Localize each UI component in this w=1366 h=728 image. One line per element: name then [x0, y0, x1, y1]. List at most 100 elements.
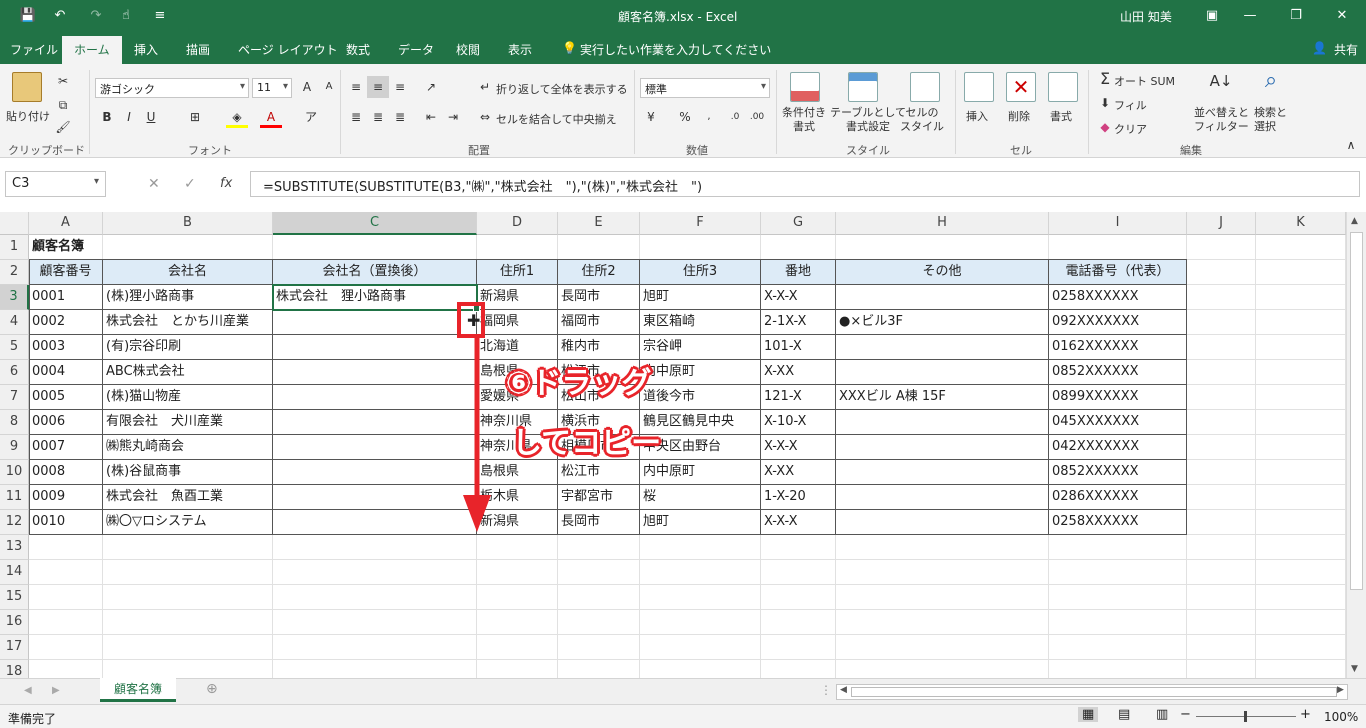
worksheet-grid[interactable]: A B C D E F G H I J K 1 顧客名簿 2 顧客番号 会社名 会社名（置換後） 住所1 住所2 住所… — [0, 212, 1346, 678]
column-header-g[interactable]: G — [761, 212, 836, 235]
select-all-corner[interactable] — [0, 212, 29, 235]
cell-f7[interactable]: 道後今市 — [640, 385, 761, 410]
zoom-in-icon[interactable]: + — [1300, 707, 1311, 722]
column-header-f[interactable]: F — [640, 212, 761, 235]
cell-j5[interactable] — [1187, 335, 1256, 360]
cell-c11[interactable] — [273, 485, 477, 510]
hscroll-thumb[interactable] — [851, 687, 1337, 697]
cell-k18[interactable] — [1256, 660, 1346, 678]
cell-g3[interactable]: X-X-X — [761, 285, 836, 310]
cell-k7[interactable] — [1256, 385, 1346, 410]
increase-indent-icon[interactable]: ⇥ — [442, 106, 464, 128]
cell-a11[interactable]: 0009 — [29, 485, 103, 510]
cell-f12[interactable]: 旭町 — [640, 510, 761, 535]
cancel-icon[interactable]: ✕ — [148, 176, 160, 192]
cell-i11[interactable]: 0286XXXXXX — [1049, 485, 1187, 510]
align-top-icon[interactable]: ≡ — [345, 76, 367, 98]
delete-cells-icon[interactable]: ✕ — [1006, 72, 1036, 102]
cell-i14[interactable] — [1049, 560, 1187, 585]
cell-e14[interactable] — [558, 560, 640, 585]
increase-decimal-icon[interactable]: .0 — [724, 106, 746, 128]
cell-styles-icon[interactable] — [910, 72, 940, 102]
cell-f10[interactable]: 内中原町 — [640, 460, 761, 485]
cell-a4[interactable]: 0002 — [29, 310, 103, 335]
cell-c9[interactable] — [273, 435, 477, 460]
cell-a1[interactable]: 顧客名簿 — [29, 235, 103, 260]
cell-i7[interactable]: 0899XXXXXX — [1049, 385, 1187, 410]
cell-b14[interactable] — [103, 560, 273, 585]
cell-i6[interactable]: 0852XXXXXX — [1049, 360, 1187, 385]
autosum-button[interactable]: オート SUM — [1114, 73, 1175, 89]
format-cells-button[interactable]: 書式 — [1050, 108, 1072, 124]
cell-k2[interactable] — [1256, 260, 1346, 285]
column-header-i[interactable]: I — [1049, 212, 1187, 235]
cell-f14[interactable] — [640, 560, 761, 585]
cell-g14[interactable] — [761, 560, 836, 585]
cell-k16[interactable] — [1256, 610, 1346, 635]
cell-f1[interactable] — [640, 235, 761, 260]
enter-icon[interactable]: ✓ — [184, 176, 196, 192]
normal-view-icon[interactable]: ▦ — [1078, 707, 1099, 722]
cell-i9[interactable]: 042XXXXXXX — [1049, 435, 1187, 460]
tab-data[interactable]: データ — [398, 41, 434, 58]
cell-b2[interactable]: 会社名 — [103, 260, 273, 285]
formula-input[interactable]: =SUBSTITUTE(SUBSTITUTE(B3,"㈱","株式会社 "),"… — [250, 171, 1360, 197]
align-bottom-icon[interactable]: ≡ — [389, 76, 411, 98]
cell-a13[interactable] — [29, 535, 103, 560]
cell-k3[interactable] — [1256, 285, 1346, 310]
horizontal-scrollbar[interactable]: ◀ ▶ — [836, 684, 1348, 700]
cell-i3[interactable]: 0258XXXXXX — [1049, 285, 1187, 310]
cell-e18[interactable] — [558, 660, 640, 678]
cell-h18[interactable] — [836, 660, 1049, 678]
row-header-9[interactable]: 9 — [0, 435, 29, 460]
cell-j2[interactable] — [1187, 260, 1256, 285]
cell-e17[interactable] — [558, 635, 640, 660]
cell-i5[interactable]: 0162XXXXXX — [1049, 335, 1187, 360]
cell-h3[interactable] — [836, 285, 1049, 310]
row-header-18[interactable]: 18 — [0, 660, 29, 678]
row-header-14[interactable]: 14 — [0, 560, 29, 585]
active-cell-selection[interactable] — [272, 284, 478, 311]
cell-h8[interactable] — [836, 410, 1049, 435]
cell-h5[interactable] — [836, 335, 1049, 360]
cell-k5[interactable] — [1256, 335, 1346, 360]
cell-i16[interactable] — [1049, 610, 1187, 635]
cell-a5[interactable]: 0003 — [29, 335, 103, 360]
cell-e4[interactable]: 福岡市 — [558, 310, 640, 335]
cell-c13[interactable] — [273, 535, 477, 560]
column-header-c[interactable]: C — [273, 212, 477, 235]
cell-a18[interactable] — [29, 660, 103, 678]
cell-i17[interactable] — [1049, 635, 1187, 660]
cell-styles-button[interactable]: セルの スタイル — [900, 106, 944, 134]
column-header-j[interactable]: J — [1187, 212, 1256, 235]
paste-icon[interactable] — [12, 72, 42, 102]
cell-c1[interactable] — [273, 235, 477, 260]
row-header-16[interactable]: 16 — [0, 610, 29, 635]
cell-b11[interactable]: 株式会社 魚酉工業 — [103, 485, 273, 510]
collapse-ribbon-icon[interactable]: ∧ — [1340, 134, 1362, 156]
cell-h6[interactable] — [836, 360, 1049, 385]
cell-b1[interactable] — [103, 235, 273, 260]
tab-page-layout[interactable]: ページ レイアウト — [238, 41, 338, 58]
scroll-down-icon[interactable]: ▼ — [1351, 664, 1358, 674]
cell-a7[interactable]: 0005 — [29, 385, 103, 410]
cell-d16[interactable] — [477, 610, 558, 635]
cell-e13[interactable] — [558, 535, 640, 560]
column-header-e[interactable]: E — [558, 212, 640, 235]
scroll-right-icon[interactable]: ▶ — [1337, 685, 1344, 695]
shrink-font-icon[interactable]: A — [318, 76, 340, 98]
cell-h16[interactable] — [836, 610, 1049, 635]
insert-function-icon[interactable]: fx — [220, 176, 232, 191]
number-format-select[interactable]: 標準 — [640, 78, 770, 98]
cell-c10[interactable] — [273, 460, 477, 485]
fill-color-icon[interactable]: ◈ — [226, 106, 248, 128]
cell-j12[interactable] — [1187, 510, 1256, 535]
row-header-10[interactable]: 10 — [0, 460, 29, 485]
format-cells-icon[interactable] — [1048, 72, 1078, 102]
fill-button[interactable]: フィル — [1114, 97, 1147, 113]
minimize-icon[interactable]: — — [1240, 6, 1260, 26]
cell-b9[interactable]: ㈱熊丸崎商会 — [103, 435, 273, 460]
cell-a9[interactable]: 0007 — [29, 435, 103, 460]
align-center-icon[interactable]: ≣ — [367, 106, 389, 128]
cell-a10[interactable]: 0008 — [29, 460, 103, 485]
